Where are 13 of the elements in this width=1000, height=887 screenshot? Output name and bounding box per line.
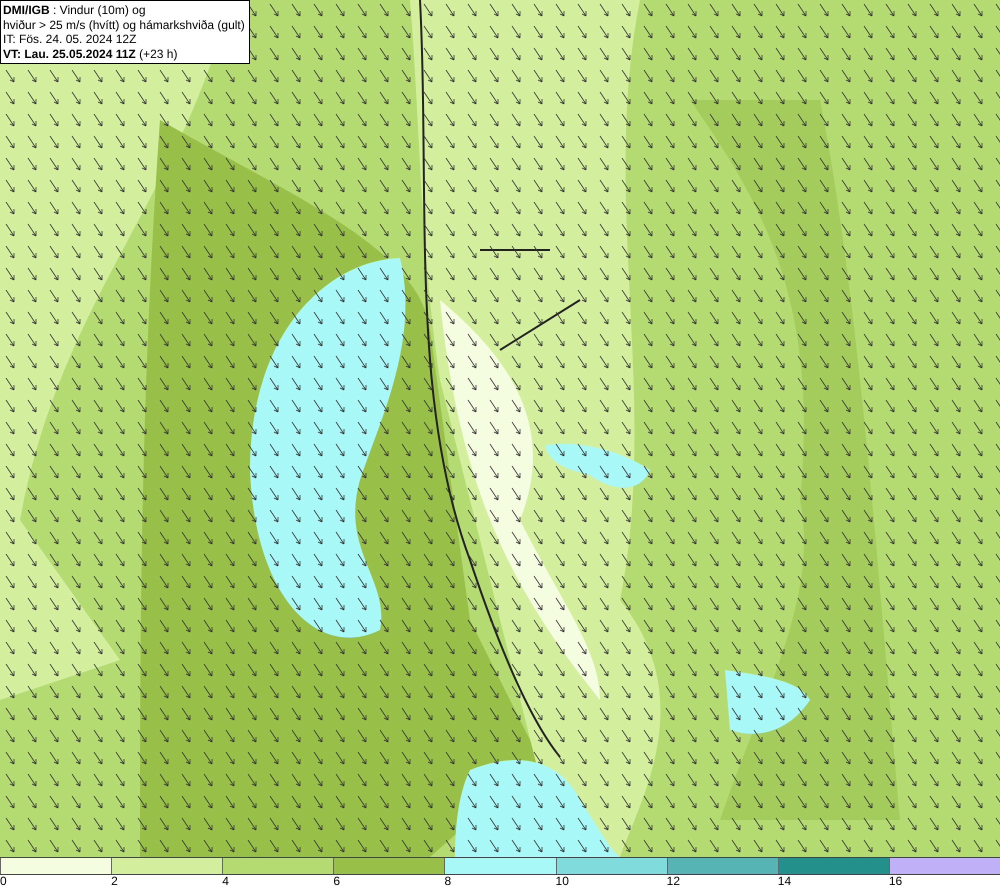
info-line: IT: Fös. 24. 05. 2024 12Z xyxy=(3,32,138,46)
info-line: DMI/IGB : Vindur (10m) og xyxy=(3,3,146,18)
scale-label: 8 xyxy=(444,875,452,887)
scale-label: 16 xyxy=(888,875,902,887)
scale-label: 10 xyxy=(556,875,569,887)
info-line: hviður > 25 m/s (hvítt) og hámarkshviða (gult) xyxy=(3,18,245,32)
scale-label: 14 xyxy=(778,875,792,887)
scale-label: 4 xyxy=(222,875,229,887)
scale-label: 0 xyxy=(0,875,7,887)
info-line: VT: Lau. 25.05.2024 11Z (+23 h) xyxy=(3,46,178,61)
scale-label: 6 xyxy=(333,875,340,887)
scale-label: 12 xyxy=(666,875,680,887)
scale-label: 2 xyxy=(111,875,118,887)
